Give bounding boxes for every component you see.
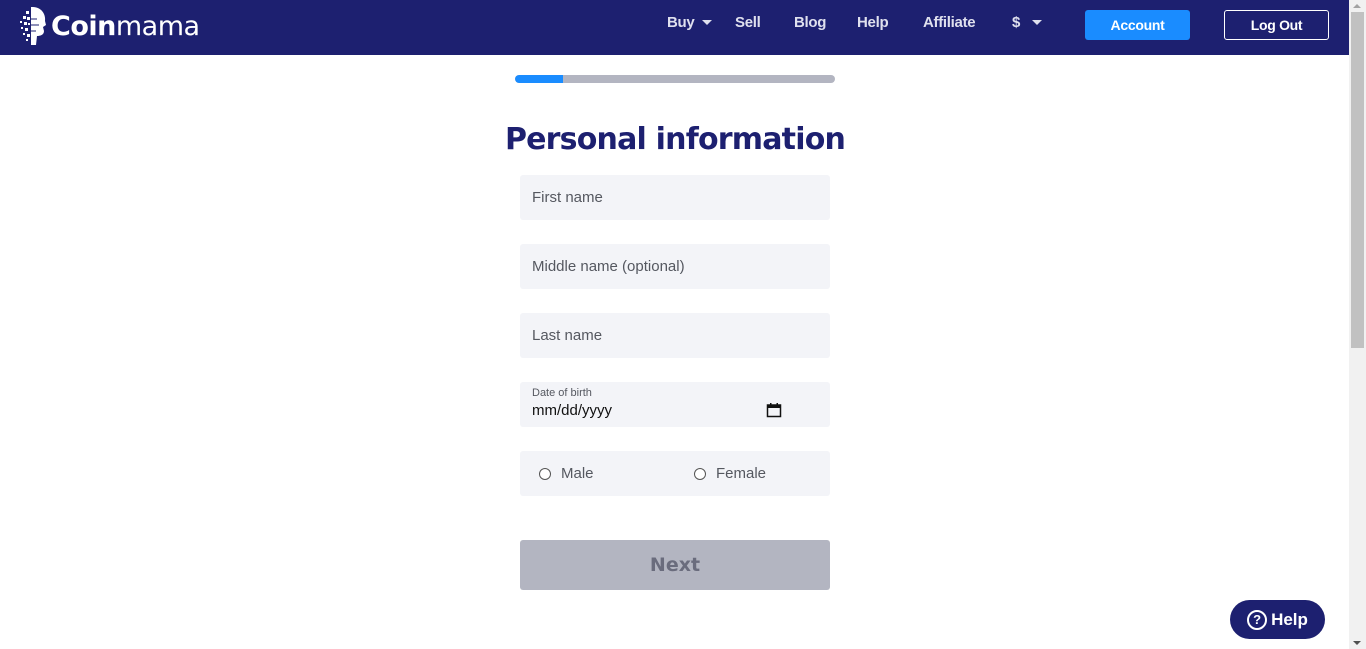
help-widget-label: Help (1271, 609, 1308, 629)
logout-button[interactable]: Log Out (1224, 10, 1329, 40)
chevron-down-icon (1032, 19, 1043, 25)
scrollbar-thumb[interactable] (1351, 12, 1364, 348)
next-button[interactable]: Next (520, 540, 830, 590)
nav-buy[interactable]: Buy (667, 14, 713, 31)
nav-affiliate[interactable]: Affiliate (923, 14, 976, 31)
chevron-down-icon (702, 19, 713, 25)
logo-text-bold: Coin (51, 10, 116, 42)
help-widget-button[interactable]: ? Help (1230, 600, 1325, 639)
nav-currency[interactable]: $ (1012, 14, 1043, 31)
page: Coinmama Buy Sell Blog Help Affiliate $ … (0, 0, 1349, 649)
radio-female[interactable] (694, 467, 706, 480)
gender-radio-group: Male Female (520, 451, 830, 496)
nav-sell-label: Sell (735, 14, 761, 31)
logo-text: Coinmama (51, 11, 200, 42)
middle-name-field (520, 244, 830, 289)
last-name-input[interactable] (520, 313, 830, 358)
last-name-field (520, 313, 830, 358)
radio-male[interactable] (539, 467, 551, 480)
nav-help[interactable]: Help (857, 14, 889, 31)
gender-male-option[interactable]: Male (539, 451, 594, 496)
date-of-birth-label: Date of birth (532, 387, 592, 399)
question-mark-icon: ? (1247, 609, 1268, 630)
page-title: Personal information (504, 122, 846, 157)
middle-name-input[interactable] (520, 244, 830, 289)
account-button[interactable]: Account (1085, 10, 1190, 40)
calendar-icon[interactable] (766, 402, 782, 418)
vertical-scrollbar[interactable] (1349, 0, 1366, 649)
date-of-birth-field[interactable]: Date of birth mm/dd/yyyy (520, 382, 830, 427)
scroll-down-arrow-icon[interactable] (1353, 641, 1361, 645)
date-of-birth-input[interactable]: mm/dd/yyyy (532, 402, 612, 419)
first-name-input[interactable] (520, 175, 830, 220)
nav-sell[interactable]: Sell (735, 14, 761, 31)
logo-text-light: mama (115, 10, 200, 42)
nav-affiliate-label: Affiliate (923, 14, 976, 31)
radio-female-label: Female (716, 465, 767, 482)
gender-female-option[interactable]: Female (694, 451, 766, 496)
coinmama-logo-icon (20, 7, 46, 45)
nav-buy-label: Buy (667, 14, 695, 31)
nav-help-label: Help (857, 14, 889, 31)
radio-male-label: Male (561, 465, 594, 482)
progress-bar-fill (515, 75, 563, 83)
nav-blog[interactable]: Blog (794, 14, 826, 31)
progress-bar (515, 75, 835, 83)
nav-blog-label: Blog (794, 14, 827, 31)
scroll-up-arrow-icon[interactable] (1353, 4, 1361, 8)
logo[interactable]: Coinmama (19, 5, 200, 47)
first-name-field (520, 175, 830, 220)
navbar: Coinmama Buy Sell Blog Help Affiliate $ … (0, 0, 1349, 55)
nav-currency-label: $ (1012, 14, 1021, 31)
